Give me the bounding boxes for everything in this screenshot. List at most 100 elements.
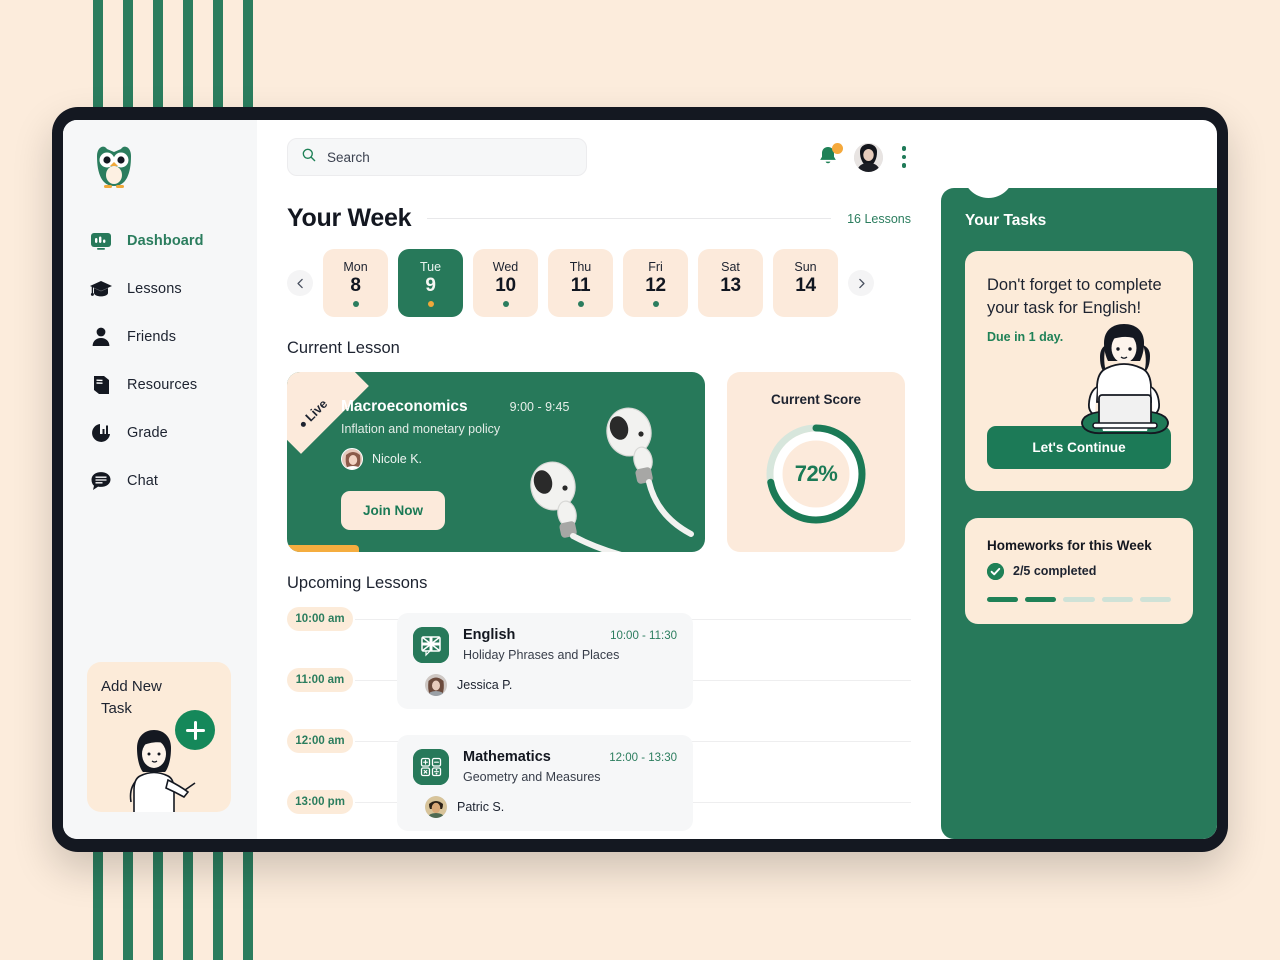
current-lesson-heading: Current Lesson [287,339,400,357]
tutor-avatar [425,674,447,696]
timeline-time-label: 10:00 am [287,607,353,631]
day-chip-tue[interactable]: Tue 9 [398,249,463,317]
day-chip-mon[interactable]: Mon 8 [323,249,388,317]
current-score-title: Current Score [770,392,862,407]
upcoming-lessons-heading: Upcoming Lessons [287,574,428,592]
main-content: Your Week 16 Lessons Mon8Tue9Wed10Thu11F… [257,120,941,839]
task-reminder-card: Don't forget to complete your task for E… [965,251,1193,491]
day-number: 11 [570,274,591,296]
timeline-time-label: 13:00 pm [287,790,353,814]
graduation-cap-icon [89,277,113,301]
current-lesson-title-row: Macroeconomics 9:00 - 9:45 [341,398,691,416]
current-score-card: Current Score 72% [727,372,905,552]
book-icon [89,373,113,397]
woman-with-laptop-illustration [1063,321,1187,439]
lesson-details: Mathematics 12:00 - 13:30 Geometry and M… [463,749,677,784]
homeworks-progress-bars [987,596,1172,602]
day-status-dot [652,300,659,307]
current-lesson-time: 9:00 - 9:45 [509,400,570,414]
pie-chart-icon [89,421,113,445]
current-lesson-row: Live Macroeconomics 9:00 - 9:45 Inflatio… [287,372,911,552]
lesson-subtitle: Holiday Phrases and Places [463,648,620,662]
lesson-progress-bar [287,545,359,552]
join-now-button[interactable]: Join Now [341,491,445,530]
sidebar-item-label: Grade [127,425,168,441]
uk-flag-icon [413,627,449,663]
homework-progress-segment [1139,596,1172,602]
day-name: Tue [419,259,442,274]
prev-week-button[interactable] [287,270,313,296]
person-icon [89,325,113,349]
day-number: 12 [645,274,666,296]
day-name: Sun [794,259,817,274]
sidebar: Dashboard Lessons Friends Resources Grad… [63,120,257,839]
day-number: 8 [350,274,361,296]
lesson-subtitle: Geometry and Measures [463,770,601,784]
day-name: Sat [721,259,740,274]
sidebar-nav: Dashboard Lessons Friends Resources Grad… [63,220,257,502]
tutor-avatar [341,448,363,470]
sidebar-item-resources[interactable]: Resources [63,364,257,406]
kebab-dot [901,163,907,168]
score-value: 72% [794,461,838,486]
lesson-tutor: Jessica P. [413,674,677,696]
search-box[interactable] [287,138,587,176]
homeworks-card: Homeworks for this Week 2/5 completed [965,517,1193,624]
sidebar-item-friends[interactable]: Friends [63,316,257,358]
search-input[interactable] [327,149,573,165]
list-item[interactable]: Mathematics 12:00 - 13:30 Geometry and M… [397,735,693,831]
day-chip-wed[interactable]: Wed 10 [473,249,538,317]
day-chip-thu[interactable]: Thu 11 [548,249,613,317]
day-status-dot [728,301,734,307]
dashboard-icon [89,229,113,253]
day-number: 9 [425,274,436,296]
day-chip-fri[interactable]: Fri 12 [623,249,688,317]
current-lesson-subtitle: Inflation and monetary policy [341,422,501,436]
notification-badge [832,143,843,154]
day-chip-sat[interactable]: Sat 13 [698,249,763,317]
next-week-button[interactable] [848,270,874,296]
sidebar-item-label: Dashboard [127,233,204,249]
list-item[interactable]: English 10:00 - 11:30 Holiday Phrases an… [397,613,693,709]
week-header: Your Week 16 Lessons [287,204,911,233]
avatar[interactable] [854,142,883,172]
day-chip-sun[interactable]: Sun 14 [773,249,838,317]
sidebar-item-label: Friends [127,329,177,345]
day-status-dot [427,300,434,307]
sidebar-item-chat[interactable]: Chat [63,460,257,502]
day-status-dot [803,301,809,307]
sidebar-item-label: Chat [127,473,159,489]
homeworks-title: Homeworks for this Week [987,537,1152,553]
sidebar-item-label: Resources [127,377,198,393]
homework-progress-segment [1101,596,1133,602]
tutor-name: Patric S. [457,800,505,814]
day-number: 14 [795,274,816,296]
current-lesson-card[interactable]: Live Macroeconomics 9:00 - 9:45 Inflatio… [287,372,705,552]
lesson-name: Mathematics [463,749,551,765]
current-lesson-name: Macroeconomics [341,398,468,415]
calculator-icon [413,749,449,785]
day-list: Mon 8 Tue 9 Wed 10 Thu 11 Fri 12 Sat 13 Sun 14 [323,249,838,317]
kebab-menu-icon[interactable] [897,146,911,168]
notifications-button[interactable] [816,143,843,170]
homework-progress-segment [987,596,1019,602]
score-donut-chart: 72% [761,419,871,529]
lesson-count: 16 Lessons [847,211,911,226]
kebab-dot [901,146,907,151]
sidebar-item-lessons[interactable]: Lessons [63,268,257,310]
add-new-task-label: Add New Task [101,678,162,717]
sidebar-item-dashboard[interactable]: Dashboard [63,220,257,262]
divider [427,218,832,219]
device-frame: Dashboard Lessons Friends Resources Grad… [52,107,1228,852]
day-number: 10 [495,274,516,296]
tasks-panel: Your Tasks Don't forget to complete your… [941,147,1217,839]
sidebar-item-grade[interactable]: Grade [63,412,257,454]
week-day-selector: Mon 8 Tue 9 Wed 10 Thu 11 Fri 12 Sat 13 Sun 14 [287,249,911,317]
tutor-avatar [425,796,447,818]
panel-notch-circle [963,147,1014,198]
add-new-task-card[interactable]: Add New Task [87,662,231,812]
day-number: 13 [720,274,741,296]
search-icon [301,147,317,168]
tutor-name: Nicole K. [372,452,423,466]
day-status-dot [502,300,509,307]
